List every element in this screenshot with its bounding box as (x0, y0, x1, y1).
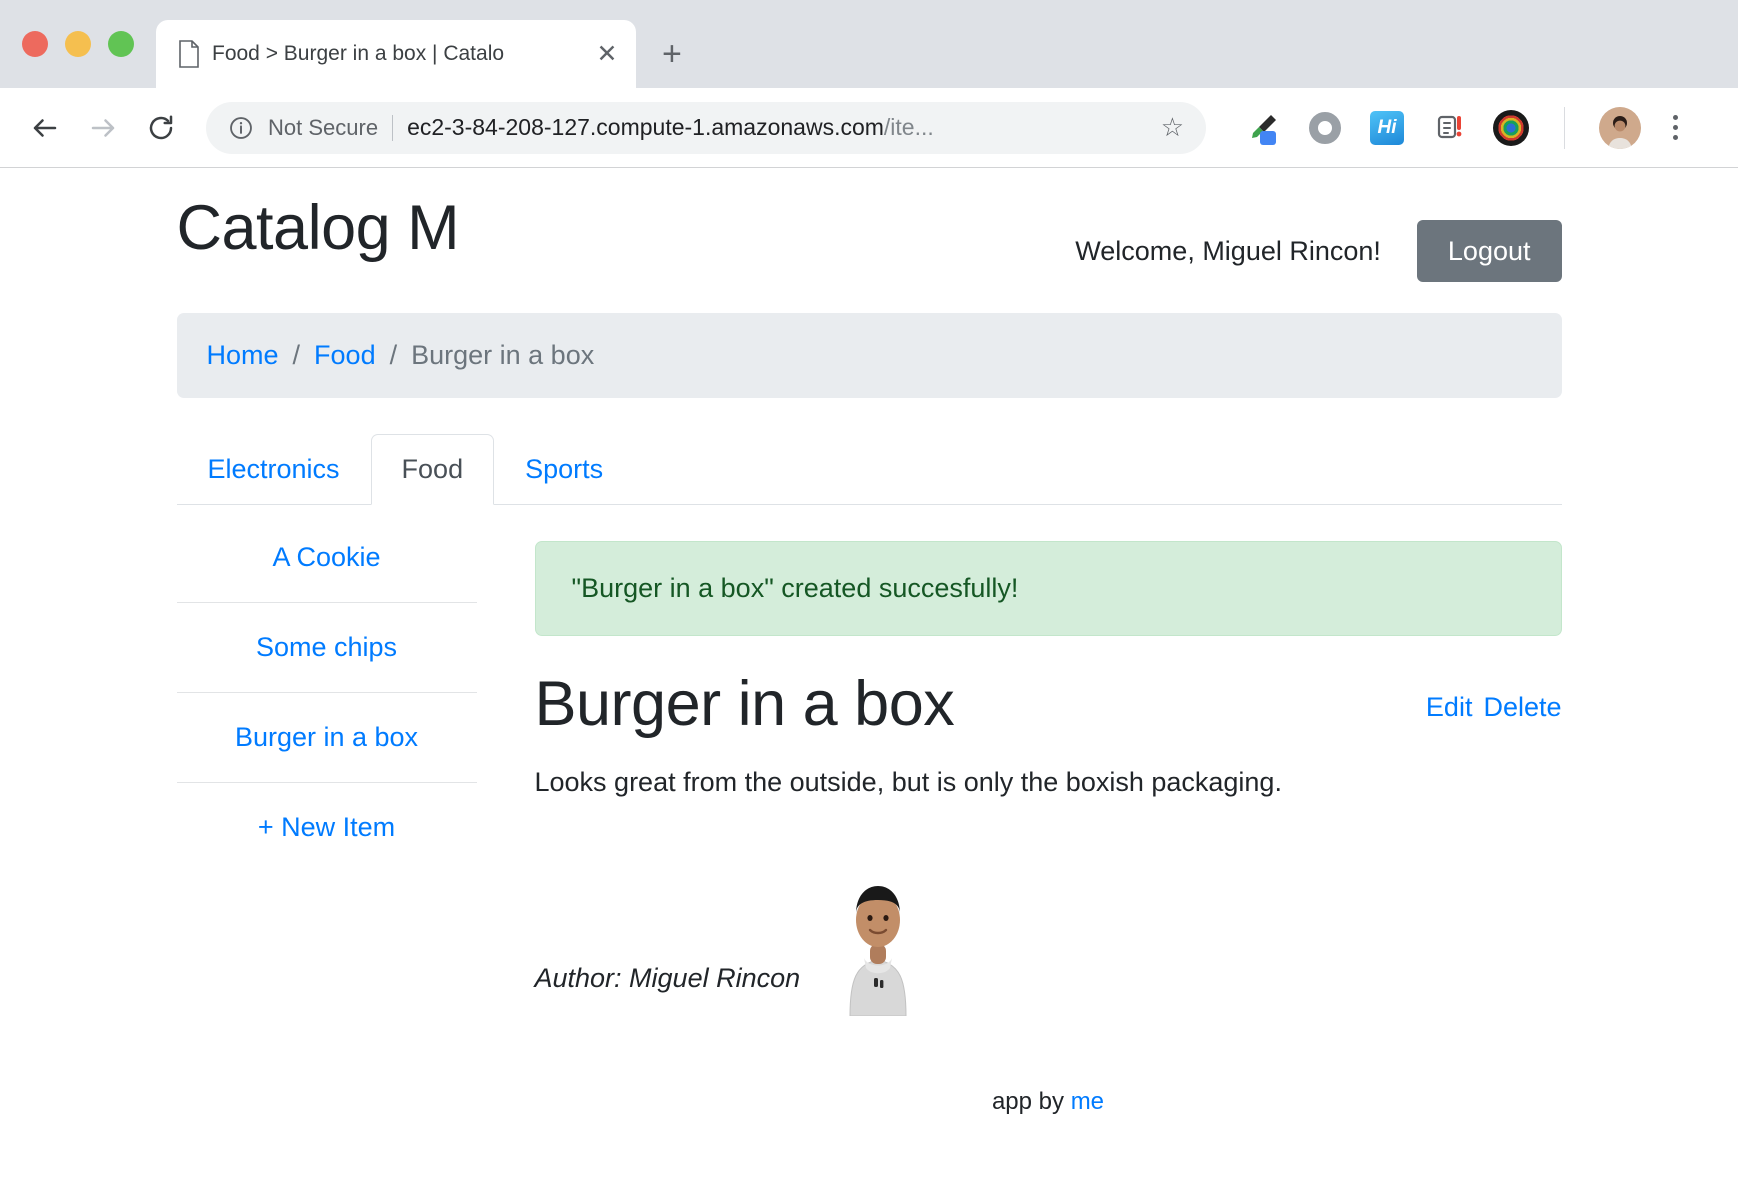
tab-electronics[interactable]: Electronics (177, 434, 371, 505)
tab-sports[interactable]: Sports (494, 434, 634, 505)
omnibox-divider (392, 114, 394, 141)
category-tabs: Electronics Food Sports (176, 434, 1562, 506)
footer-link-me[interactable]: me (1071, 1088, 1104, 1115)
sidebar-item-some-chips[interactable]: Some chips (256, 632, 397, 662)
eyedropper-icon[interactable] (1244, 109, 1282, 147)
status-badge: "Burger in a box" created succesfully! (534, 541, 1562, 637)
browser-tab-title: Food > Burger in a box | Catalo (212, 42, 505, 65)
bookmark-star-icon[interactable]: ☆ (1151, 112, 1184, 143)
edit-link[interactable]: Edit (1426, 692, 1473, 723)
close-icon[interactable]: ✕ (592, 41, 622, 67)
item-list-sidebar: A Cookie Some chips Burger in a box + Ne… (176, 505, 477, 1116)
minimize-window-button[interactable] (65, 31, 91, 57)
breadcrumb: Home / Food / Burger in a box (176, 313, 1562, 399)
toolbar-divider (1564, 106, 1565, 149)
content-row: A Cookie Some chips Burger in a box + Ne… (176, 505, 1562, 1116)
sidebar-item-new-item[interactable]: + New Item (258, 812, 395, 842)
clipboard-alert-icon[interactable] (1430, 109, 1468, 147)
url-path: /ite... (883, 114, 934, 140)
page-icon (178, 40, 200, 68)
author-portrait (826, 868, 930, 1016)
breadcrumb-separator: / (292, 340, 301, 371)
browser-tab[interactable]: Food > Burger in a box | Catalo ✕ (156, 20, 636, 88)
footer-text: app by (991, 1087, 1065, 1115)
new-tab-button[interactable]: + (662, 35, 682, 74)
site-header: Catalog M Welcome, Miguel Rincon! Logout (176, 193, 1562, 283)
arrow-left-icon[interactable] (26, 109, 64, 147)
hi-extension-icon[interactable]: Hi (1368, 109, 1406, 147)
camera-lens-icon[interactable] (1492, 109, 1530, 147)
breadcrumb-item-food[interactable]: Food (314, 340, 376, 371)
address-bar[interactable]: Not Secure ec2-3-84-208-127.compute-1.am… (206, 101, 1206, 154)
window-controls (22, 0, 156, 88)
breadcrumb-item-home[interactable]: Home (207, 340, 279, 371)
url-text: ec2-3-84-208-127.compute-1.amazonaws.com… (407, 114, 1137, 141)
header-right: Welcome, Miguel Rincon! Logout (1075, 194, 1562, 283)
sidebar-item-burger-in-a-box[interactable]: Burger in a box (235, 722, 418, 752)
logout-button[interactable]: Logout (1416, 220, 1562, 283)
browser-tab-strip: Food > Burger in a box | Catalo ✕ + (0, 0, 1738, 88)
item-description: Looks great from the outside, but is onl… (534, 766, 1282, 797)
page-container: Catalog M Welcome, Miguel Rincon! Logout… (176, 168, 1562, 1116)
security-status-label: Not Secure (268, 114, 379, 140)
profile-avatar[interactable] (1599, 106, 1641, 149)
browser-toolbar: Not Secure ec2-3-84-208-127.compute-1.am… (0, 88, 1738, 168)
welcome-message: Welcome, Miguel Rincon! (1075, 235, 1381, 266)
author-row: Author: Miguel Rincon (535, 868, 1562, 1016)
list-item[interactable]: A Cookie (176, 513, 477, 604)
item-detail: "Burger in a box" created succesfully! B… (477, 505, 1562, 1116)
arrow-right-icon[interactable] (84, 109, 122, 147)
item-title: Burger in a box (534, 669, 955, 740)
item-actions: Edit Delete (1426, 668, 1562, 723)
list-item[interactable]: + New Item (177, 783, 477, 872)
page-title: Catalog M (176, 193, 460, 263)
breadcrumb-item-current: Burger in a box (411, 340, 595, 371)
ring-icon[interactable] (1306, 109, 1344, 147)
browser-window: Food > Burger in a box | Catalo ✕ + Not … (0, 0, 1738, 1194)
extensions-area: Hi (1244, 109, 1530, 147)
url-host: ec2-3-84-208-127.compute-1.amazonaws.com (407, 114, 884, 140)
reload-icon[interactable] (142, 109, 180, 147)
tab-food[interactable]: Food (370, 434, 495, 506)
close-window-button[interactable] (22, 31, 48, 57)
maximize-window-button[interactable] (108, 31, 134, 57)
item-header: Burger in a box Edit Delete (535, 668, 1562, 740)
author-label: Author: Miguel Rincon (534, 962, 801, 993)
info-circle-icon[interactable] (228, 115, 254, 141)
delete-link[interactable]: Delete (1483, 692, 1561, 723)
kebab-menu-icon[interactable] (1661, 115, 1690, 140)
page-footer: app by me (535, 1088, 1562, 1116)
list-item[interactable]: Burger in a box (176, 693, 477, 784)
sidebar-item-a-cookie[interactable]: A Cookie (272, 542, 380, 572)
page-viewport: Catalog M Welcome, Miguel Rincon! Logout… (0, 168, 1738, 1194)
list-item[interactable]: Some chips (176, 603, 477, 694)
hi-extension-label: Hi (1370, 110, 1404, 145)
breadcrumb-separator: / (389, 340, 398, 371)
